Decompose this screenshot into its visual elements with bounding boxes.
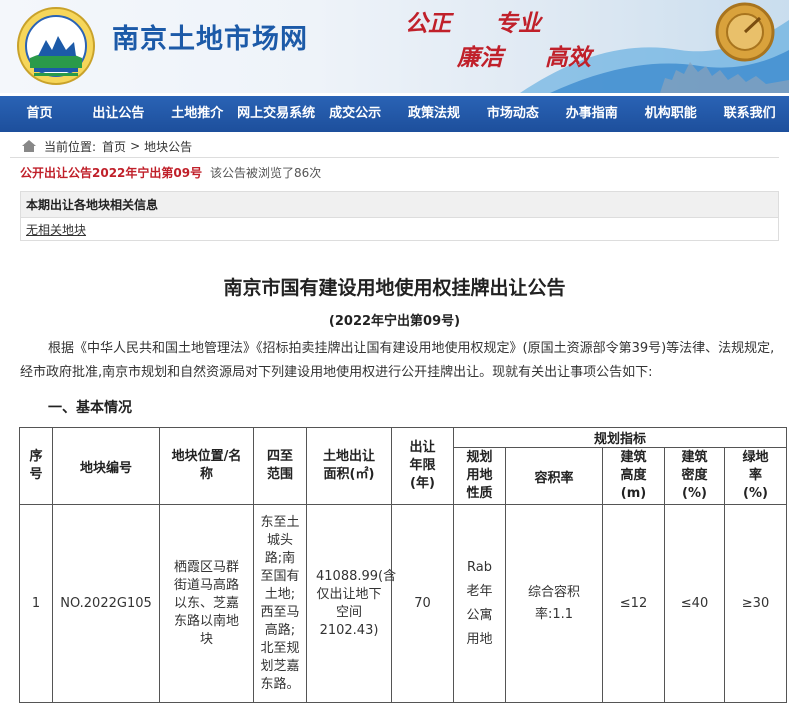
cell-boundary: 东至土城头路;南至国有土地;西至马高路;北至规划芝嘉东路。	[253, 504, 307, 703]
nav-item-functions[interactable]: 机构职能	[631, 96, 710, 132]
breadcrumb: 当前位置: 首页 > 地块公告	[10, 135, 779, 158]
document-title: 南京市国有建设用地使用权挂牌出让公告	[223, 277, 566, 299]
nav-item-transfer-notice[interactable]: 出让公告	[79, 96, 158, 132]
cell-area: 41088.99(含仅出让地下空间2102.43)	[306, 504, 396, 703]
header-location: 地块位置/名称	[159, 427, 254, 505]
nav-item-guide[interactable]: 办事指南	[552, 96, 631, 132]
header-height: 建筑高度(m)	[602, 447, 665, 505]
related-parcels-box: 本期出让各地块相关信息 无相关地块	[20, 191, 779, 241]
cell-parcel-no: NO.2022G105	[52, 504, 160, 703]
slogan-text: 公正	[405, 10, 451, 37]
nav-item-market-news[interactable]: 市场动态	[473, 96, 552, 132]
cell-density: ≤40	[664, 504, 725, 703]
notice-title: 公开出让公告2022年宁出第09号	[20, 166, 203, 180]
parcel-table: 序号 地块编号 地块位置/名称 四至范围 土地出让面积(㎡) 出让年限(年) 规…	[19, 427, 787, 703]
breadcrumb-home-link[interactable]: 首页	[102, 138, 126, 155]
site-header: 南京土地市场网 公正 专业 廉洁 高效	[0, 0, 789, 93]
cell-height: ≤12	[602, 504, 665, 703]
header-use: 规划用地性质	[453, 447, 506, 505]
nav-item-contact[interactable]: 联系我们	[710, 96, 789, 132]
nav-item-deal-publicity[interactable]: 成交公示	[316, 96, 395, 132]
notice-view-count: 该公告被浏览了86次	[209, 166, 322, 180]
cell-term: 70	[391, 504, 454, 703]
nav-item-online-trading[interactable]: 网上交易系统	[237, 96, 316, 132]
nav-item-land-promotion[interactable]: 土地推介	[158, 96, 237, 132]
slogan-text: 高效	[545, 44, 591, 71]
cell-far: 综合容积率:1.1	[505, 504, 603, 703]
cell-seq: 1	[19, 504, 53, 703]
document-intro-paragraph: 根据《中华人民共和国土地管理法》《招标拍卖挂牌出让国有建设用地使用权规定》(原国…	[20, 341, 775, 380]
breadcrumb-label: 当前位置:	[44, 139, 97, 154]
header-area: 土地出让面积(㎡)	[306, 427, 392, 505]
header-parcel-no: 地块编号	[52, 427, 160, 505]
related-parcels-link[interactable]: 无相关地块	[26, 223, 86, 237]
cell-green: ≥30	[724, 504, 787, 703]
header-density: 建筑密度(%)	[664, 447, 725, 505]
related-parcels-heading: 本期出让各地块相关信息	[21, 192, 778, 217]
nav-item-policies[interactable]: 政策法规	[395, 96, 474, 132]
site-title: 南京土地市场网	[112, 24, 308, 55]
header-green: 绿地率(%)	[724, 447, 787, 505]
cell-location: 栖霞区马群街道马高路以东、芝嘉东路以南地块	[159, 504, 254, 703]
nav-item-home[interactable]: 首页	[0, 96, 79, 132]
header-boundary: 四至范围	[253, 427, 307, 505]
section-heading: 一、基本情况	[48, 400, 132, 416]
slogan-text: 廉洁	[457, 44, 503, 71]
header-term: 出让年限(年)	[391, 427, 454, 505]
site-logo-emblem	[17, 7, 95, 85]
table-row: 1 NO.2022G105 栖霞区马群街道马高路以东、芝嘉东路以南地块 东至土城…	[19, 504, 787, 703]
header-planning: 规划指标	[453, 427, 787, 448]
main-nav: 首页 出让公告 土地推介 网上交易系统 成交公示 政策法规 市场动态 办事指南 …	[0, 96, 789, 132]
header-far: 容积率	[505, 447, 603, 505]
slogan-text: 专业	[495, 10, 541, 37]
breadcrumb-separator: >	[130, 139, 141, 153]
breadcrumb-current[interactable]: 地块公告	[144, 138, 192, 155]
header-seq: 序号	[19, 427, 53, 505]
document-subtitle: (2022年宁出第09号)	[328, 314, 461, 329]
notice-header: 公开出让公告2022年宁出第09号 该公告被浏览了86次	[20, 164, 789, 181]
home-icon	[22, 140, 36, 152]
cell-use: Rab老年公寓用地	[453, 504, 506, 703]
